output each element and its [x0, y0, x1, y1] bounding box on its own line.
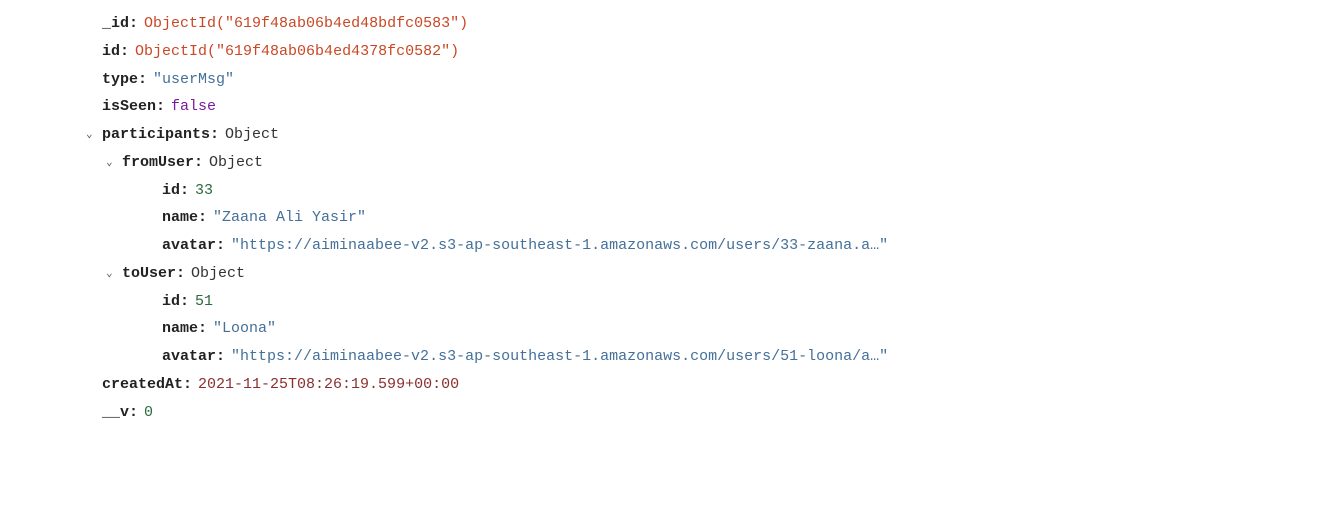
colon: : — [216, 232, 225, 260]
colon: : — [176, 260, 185, 288]
field-row-type[interactable]: type:"userMsg" — [82, 66, 1340, 94]
field-key: createdAt — [102, 371, 183, 399]
field-value-string: "https://aiminaabee-v2.s3-ap-southeast-1… — [231, 343, 888, 371]
field-row-fromUser-id[interactable]: id:33 — [82, 177, 1340, 205]
field-key: id — [162, 177, 180, 205]
field-value-date: 2021-11-25T08:26:19.599+00:00 — [198, 371, 459, 399]
colon: : — [129, 399, 138, 427]
field-value-string: "userMsg" — [153, 66, 234, 94]
field-row-toUser-name[interactable]: name:"Loona" — [82, 315, 1340, 343]
field-key: _id — [102, 10, 129, 38]
field-key: __v — [102, 399, 129, 427]
field-value-number: 0 — [144, 399, 153, 427]
colon: : — [198, 315, 207, 343]
expand-caret-icon[interactable]: ⌄ — [106, 153, 122, 173]
colon: : — [180, 177, 189, 205]
field-key: id — [162, 288, 180, 316]
field-key: type — [102, 66, 138, 94]
field-row-id[interactable]: id:ObjectId("619f48ab06b4ed4378fc0582") — [82, 38, 1340, 66]
field-row-fromUser-avatar[interactable]: avatar:"https://aiminaabee-v2.s3-ap-sout… — [82, 232, 1340, 260]
field-value-boolean: false — [171, 93, 216, 121]
colon: : — [180, 288, 189, 316]
field-value-number: 33 — [195, 177, 213, 205]
field-value-objectid: ObjectId("619f48ab06b4ed4378fc0582") — [135, 38, 459, 66]
field-row-__v[interactable]: __v:0 — [82, 399, 1340, 427]
field-value-string: "https://aiminaabee-v2.s3-ap-southeast-1… — [231, 232, 888, 260]
colon: : — [120, 38, 129, 66]
field-row-toUser[interactable]: ⌄toUser:Object — [82, 260, 1340, 288]
field-row-createdAt[interactable]: createdAt:2021-11-25T08:26:19.599+00:00 — [82, 371, 1340, 399]
field-value-string: "Loona" — [213, 315, 276, 343]
field-key: avatar — [162, 232, 216, 260]
field-value-type: Object — [225, 121, 279, 149]
field-row-toUser-avatar[interactable]: avatar:"https://aiminaabee-v2.s3-ap-sout… — [82, 343, 1340, 371]
field-value-type: Object — [191, 260, 245, 288]
field-key: name — [162, 315, 198, 343]
field-key: isSeen — [102, 93, 156, 121]
field-key: fromUser — [122, 149, 194, 177]
field-row-fromUser-name[interactable]: name:"Zaana Ali Yasir" — [82, 204, 1340, 232]
colon: : — [156, 93, 165, 121]
colon: : — [210, 121, 219, 149]
field-value-number: 51 — [195, 288, 213, 316]
field-key: avatar — [162, 343, 216, 371]
field-row-participants[interactable]: ⌄participants:Object — [82, 121, 1340, 149]
field-row-fromUser[interactable]: ⌄fromUser:Object — [82, 149, 1340, 177]
field-row-isSeen[interactable]: isSeen:false — [82, 93, 1340, 121]
field-key: participants — [102, 121, 210, 149]
colon: : — [198, 204, 207, 232]
colon: : — [194, 149, 203, 177]
expand-caret-icon[interactable]: ⌄ — [86, 125, 102, 145]
field-value-type: Object — [209, 149, 263, 177]
field-value-objectid: ObjectId("619f48ab06b4ed48bdfc0583") — [144, 10, 468, 38]
field-row-_id[interactable]: _id:ObjectId("619f48ab06b4ed48bdfc0583") — [82, 10, 1340, 38]
colon: : — [138, 66, 147, 94]
field-key: toUser — [122, 260, 176, 288]
field-key: id — [102, 38, 120, 66]
field-value-string: "Zaana Ali Yasir" — [213, 204, 366, 232]
field-row-toUser-id[interactable]: id:51 — [82, 288, 1340, 316]
colon: : — [183, 371, 192, 399]
field-key: name — [162, 204, 198, 232]
document-tree: _id:ObjectId("619f48ab06b4ed48bdfc0583")… — [0, 10, 1340, 426]
colon: : — [216, 343, 225, 371]
expand-caret-icon[interactable]: ⌄ — [106, 264, 122, 284]
colon: : — [129, 10, 138, 38]
